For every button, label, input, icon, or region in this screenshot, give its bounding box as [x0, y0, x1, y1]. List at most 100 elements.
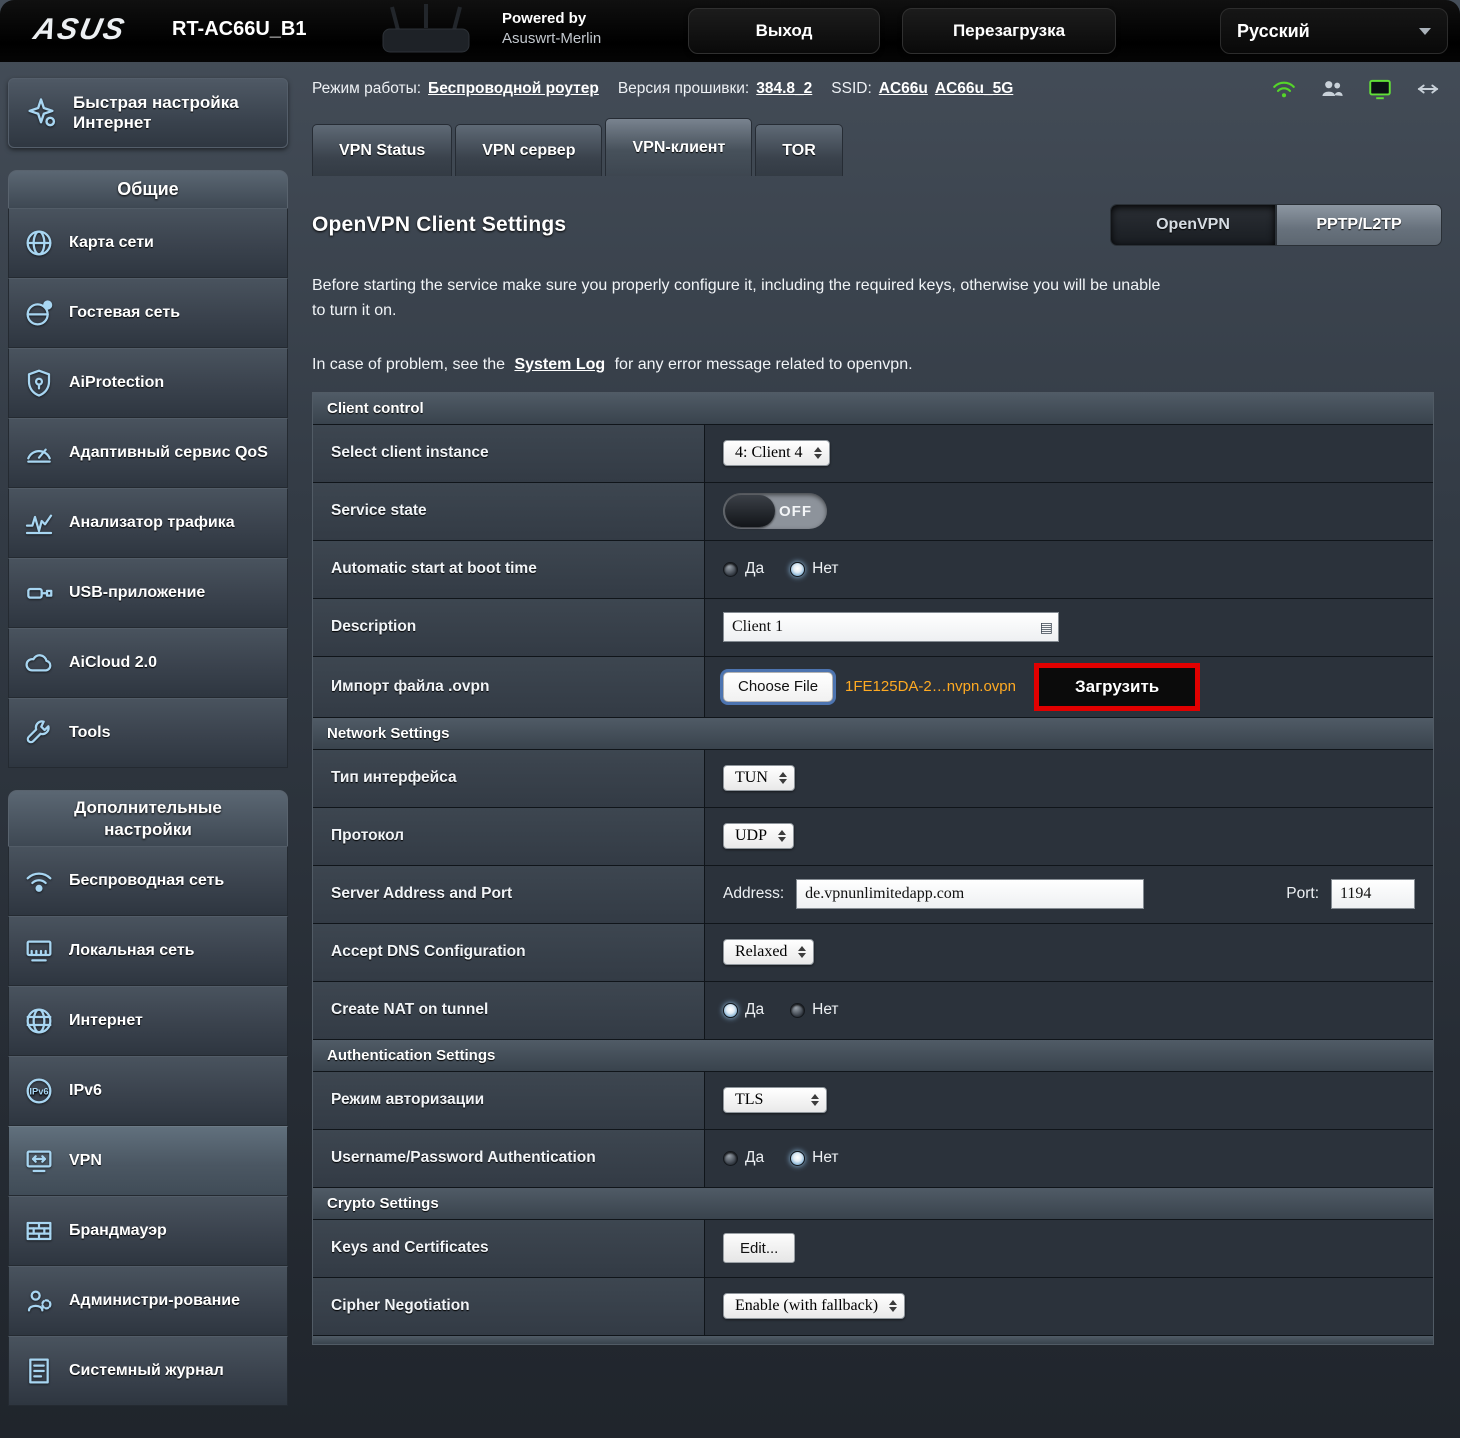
- choose-file-button[interactable]: Choose File: [723, 671, 834, 702]
- service-state-toggle[interactable]: OFF: [723, 493, 827, 530]
- sidebar-item-system-log[interactable]: Системный журнал: [8, 1336, 288, 1406]
- section-authentication: Authentication Settings: [313, 1039, 1433, 1072]
- row-label: Service state: [313, 482, 705, 540]
- sidebar-item-label: IPv6: [69, 1082, 102, 1100]
- select-value: TUN: [735, 769, 768, 787]
- description-input[interactable]: [723, 612, 1059, 643]
- client-instance-select[interactable]: 4: Client 4: [723, 440, 830, 467]
- admin-gear-icon: [15, 1285, 63, 1317]
- radio-label: Нет: [812, 1149, 839, 1167]
- traffic-analyzer-icon: [15, 507, 63, 539]
- auth-mode-select[interactable]: TLS: [723, 1087, 827, 1114]
- system-log-link[interactable]: System Log: [514, 356, 605, 373]
- table-row: Cipher Negotiation Enable (with fallback…: [313, 1277, 1433, 1336]
- sidebar-item-lan[interactable]: Локальная сеть: [8, 916, 288, 986]
- sidebar-item-ipv6[interactable]: IPv6 IPv6: [8, 1056, 288, 1126]
- section-partial: [313, 1335, 1433, 1344]
- tab-vpn-client[interactable]: VPN-клиент: [605, 118, 753, 176]
- powered-by: Powered by Asuswrt-Merlin: [502, 9, 601, 50]
- pptp-l2tp-toggle-button[interactable]: PPTP/L2TP: [1276, 204, 1442, 246]
- quick-setup-icon: [17, 96, 65, 130]
- router-image: [382, 4, 470, 53]
- monitor-icon[interactable]: [1366, 76, 1394, 102]
- radio-no[interactable]: Нет: [790, 1001, 839, 1019]
- ovpn-file-name: 1FE125DA-2…nvpn.ovpn: [845, 678, 1016, 696]
- status-bar: Режим работы: Беспроводной роутер Версия…: [312, 79, 1442, 100]
- protocol-select[interactable]: UDP: [723, 823, 795, 850]
- operation-mode-link[interactable]: Беспроводной роутер: [428, 80, 599, 98]
- sidebar-item-firewall[interactable]: Брандмауэр: [8, 1196, 288, 1266]
- radio-no[interactable]: Нет: [790, 560, 839, 578]
- row-label: Протокол: [313, 807, 705, 865]
- radio-yes[interactable]: Да: [723, 1001, 764, 1019]
- edit-keys-button[interactable]: Edit...: [723, 1233, 796, 1264]
- tab-vpn-status[interactable]: VPN Status: [312, 124, 453, 176]
- sidebar-item-guest-network[interactable]: Гостевая сеть: [8, 278, 288, 348]
- logout-button[interactable]: Выход: [688, 8, 880, 54]
- status-icons: [1270, 76, 1442, 102]
- server-port-input[interactable]: [1331, 879, 1415, 910]
- table-row: Select client instance 4: Client 4: [313, 424, 1433, 483]
- wireless-icon: [15, 865, 63, 897]
- tab-vpn-server[interactable]: VPN сервер: [455, 124, 603, 176]
- sidebar-item-tools[interactable]: Tools: [8, 698, 288, 768]
- sidebar-item-qos[interactable]: Адаптивный сервис QoS: [8, 418, 288, 488]
- powered-by-line1: Powered by: [502, 10, 587, 27]
- usb-icon[interactable]: [1414, 76, 1442, 102]
- clients-icon[interactable]: [1318, 76, 1346, 102]
- table-row: Service state OFF: [313, 482, 1433, 541]
- cipher-negotiation-select[interactable]: Enable (with fallback): [723, 1293, 906, 1320]
- reboot-button[interactable]: Перезагрузка: [902, 8, 1116, 54]
- sidebar-item-vpn[interactable]: VPN: [8, 1126, 288, 1196]
- table-row: Keys and Certificates Edit...: [313, 1219, 1433, 1278]
- sidebar-item-wireless[interactable]: Беспроводная сеть: [8, 846, 288, 916]
- tab-tor[interactable]: TOR: [755, 124, 843, 176]
- sidebar-item-aiprotection[interactable]: AiProtection: [8, 348, 288, 418]
- ssid-label: SSID:: [831, 80, 872, 97]
- row-label: Режим авторизации: [313, 1071, 705, 1129]
- sidebar-item-network-map[interactable]: Карта сети: [8, 208, 288, 278]
- sidebar-item-traffic-analyzer[interactable]: Анализатор трафика: [8, 488, 288, 558]
- dns-config-select[interactable]: Relaxed: [723, 939, 815, 966]
- language-selector[interactable]: Русский: [1220, 8, 1448, 54]
- firmware-version-link[interactable]: 384.8_2: [756, 80, 812, 98]
- radio-label: Да: [745, 1001, 765, 1019]
- table-row: Протокол UDP: [313, 807, 1433, 866]
- advanced-line1: Дополнительные: [74, 798, 222, 818]
- sidebar-item-wan[interactable]: Интернет: [8, 986, 288, 1056]
- radio-label: Да: [745, 1149, 765, 1167]
- row-label: Select client instance: [313, 424, 705, 482]
- row-label: Server Address and Port: [313, 865, 705, 923]
- radio-dot: [723, 561, 738, 577]
- server-address-input[interactable]: [796, 879, 1145, 910]
- radio-dot: [723, 1002, 738, 1018]
- sidebar-item-aicloud[interactable]: AiCloud 2.0: [8, 628, 288, 698]
- sidebar-item-label: Интернет: [69, 1012, 143, 1030]
- sidebar-item-usb-application[interactable]: USB-приложение: [8, 558, 288, 628]
- sidebar-item-quick-setup[interactable]: Быстрая настройка Интернет: [8, 78, 288, 148]
- guest-network-icon: [15, 297, 63, 329]
- table-row: Accept DNS Configuration Relaxed: [313, 923, 1433, 982]
- openvpn-toggle-button[interactable]: OpenVPN: [1110, 204, 1276, 246]
- radio-no[interactable]: Нет: [790, 1149, 839, 1167]
- ssid-5g-link[interactable]: AC66u_5G: [935, 80, 1013, 98]
- toggle-state-label: OFF: [779, 502, 812, 520]
- ssid-2g-link[interactable]: AC66u: [879, 80, 928, 98]
- powered-by-line2: Asuswrt-Merlin: [502, 30, 602, 48]
- tab-bar: VPN Status VPN сервер VPN-клиент TOR: [312, 118, 1442, 176]
- sidebar-section-advanced: Дополнительные настройки: [8, 790, 288, 846]
- client-list-icon[interactable]: ▤: [1040, 620, 1053, 634]
- radio-yes[interactable]: Да: [723, 560, 764, 578]
- radio-yes[interactable]: Да: [723, 1149, 764, 1167]
- sidebar-item-label: Карта сети: [69, 234, 154, 252]
- select-arrows-icon: [778, 772, 787, 785]
- table-row: Username/Password Authentication Да Нет: [313, 1129, 1433, 1188]
- cloud-icon: [15, 647, 63, 679]
- table-row: Server Address and Port Address: Port:: [313, 865, 1433, 924]
- wifi-status-icon[interactable]: [1270, 76, 1298, 102]
- sidebar-item-label: Системный журнал: [69, 1362, 224, 1380]
- select-value: Relaxed: [735, 943, 788, 961]
- sidebar-item-administration[interactable]: Администри-рование: [8, 1266, 288, 1336]
- interface-type-select[interactable]: TUN: [723, 765, 795, 792]
- upload-button[interactable]: Загрузить: [1033, 662, 1201, 711]
